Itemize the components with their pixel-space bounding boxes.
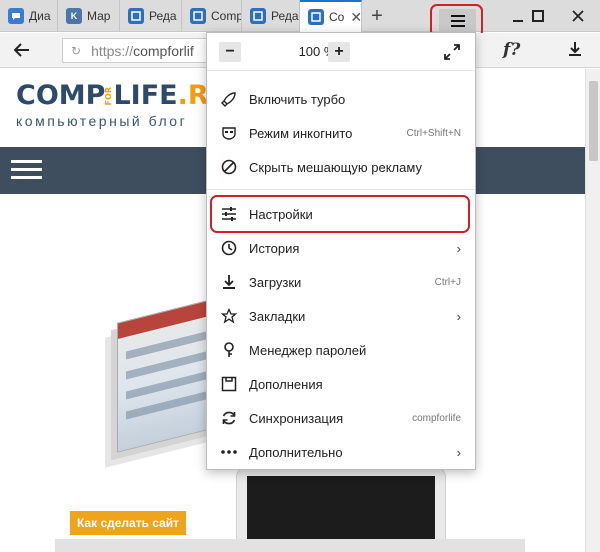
menu-item-turbo[interactable]: Включить турбо: [207, 82, 475, 116]
hamburger-icon: [450, 15, 465, 27]
new-tab-button[interactable]: +: [362, 0, 392, 32]
zoom-in-button[interactable]: +: [328, 42, 350, 62]
menu-item-label: Скрыть мешающую рекламу: [249, 159, 422, 175]
menu-item-sync[interactable]: Синхронизация compforlife: [207, 401, 475, 435]
tab-dialogs[interactable]: Диа: [0, 0, 58, 32]
tab-editor-2[interactable]: Реда: [242, 0, 300, 32]
key-icon: [220, 341, 238, 359]
tab-label: Диа: [29, 9, 51, 23]
menu-item-label: Менеджер паролей: [249, 342, 367, 358]
site-tagline: компьютерный блог: [16, 113, 188, 129]
tab-comp[interactable]: Comp: [182, 0, 242, 32]
cta-button[interactable]: Как сделать сайт: [70, 511, 186, 535]
close-tab-icon[interactable]: ✕: [350, 9, 361, 26]
menu-item-downloads[interactable]: Загрузки Ctrl+J: [207, 265, 475, 299]
settings-sliders-icon: [220, 205, 238, 223]
menu-item-label: Синхронизация: [249, 410, 344, 426]
chevron-right-icon: ›: [456, 444, 461, 460]
editor-icon: [308, 9, 324, 25]
tab-editor-1[interactable]: Реда: [120, 0, 182, 32]
close-icon: [572, 10, 584, 22]
menu-item-label: Настройки: [249, 206, 313, 222]
menu-item-block-ads[interactable]: Скрыть мешающую рекламу: [207, 150, 475, 184]
download-icon: [569, 42, 581, 56]
sync-account: compforlife: [412, 412, 461, 424]
menu-item-history[interactable]: История ›: [207, 231, 475, 265]
dialog-icon: [8, 8, 24, 24]
star-icon: [220, 307, 238, 325]
chevron-right-icon: ›: [456, 240, 461, 256]
zoom-level: 100 %: [298, 44, 336, 59]
shortcut-label: Ctrl+J: [434, 276, 461, 288]
close-window-button[interactable]: [556, 0, 600, 32]
menu-item-label: Режим инкогнито: [249, 125, 353, 141]
tab-label: Comp: [211, 9, 242, 23]
menu-item-settings[interactable]: Настройки: [207, 197, 475, 231]
incognito-icon: [220, 124, 238, 142]
menu-item-label: Включить турбо: [249, 91, 346, 107]
tab-label: Co: [329, 10, 345, 24]
menu-item-extensions[interactable]: Дополнения: [207, 367, 475, 401]
maximize-button[interactable]: [516, 0, 560, 32]
page-scrollbar[interactable]: [585, 69, 600, 552]
extensions-icon: [220, 375, 238, 393]
menu-item-incognito[interactable]: Режим инкогнито Ctrl+Shift+N: [207, 116, 475, 150]
site-menu-icon[interactable]: [11, 160, 42, 180]
menu-button[interactable]: [439, 9, 476, 33]
reload-icon[interactable]: ↻: [71, 44, 81, 58]
url-scheme: https://: [91, 42, 134, 59]
vk-icon: K: [66, 8, 82, 24]
editor-icon: [190, 8, 206, 24]
editor-icon: [128, 8, 144, 24]
url-input[interactable]: ↻ https://compforlif: [62, 38, 212, 63]
rocket-icon: [220, 90, 238, 108]
menu-item-label: Дополнительно: [249, 444, 343, 460]
arrow-left-icon: [13, 43, 29, 57]
menu-item-label: Закладки: [249, 308, 306, 324]
history-icon: [220, 239, 238, 257]
tab-bar: Диа K Мар Реда Comp Реда Co ✕ +: [0, 0, 600, 38]
scrollbar-thumb[interactable]: [589, 81, 598, 161]
tab-label: Мар: [87, 9, 111, 23]
menu-item-label: История: [249, 240, 300, 256]
url-host: compforlif: [133, 42, 194, 59]
menu-separator: [207, 189, 475, 190]
menu-item-label: Загрузки: [249, 274, 302, 290]
page-footer-strip: [55, 539, 525, 552]
shortcut-label: Ctrl+Shift+N: [406, 127, 461, 139]
ereader-icon[interactable]: f?: [503, 40, 520, 60]
fullscreen-icon: [444, 44, 460, 60]
download-icon: [220, 273, 238, 291]
site-logo[interactable]: COMPFORLIFE.RU компьютерный блог: [16, 79, 231, 129]
back-button[interactable]: [13, 40, 30, 63]
chevron-right-icon: ›: [456, 308, 461, 324]
tab-label: Реда: [149, 9, 177, 23]
more-icon: [220, 443, 238, 461]
zoom-row: − 100 % +: [207, 33, 475, 71]
block-ads-icon: [220, 158, 238, 176]
tab-active[interactable]: Co ✕: [300, 0, 362, 32]
menu-item-passwords[interactable]: Менеджер паролей: [207, 333, 475, 367]
downloads-button[interactable]: [568, 41, 582, 62]
browser-menu: − 100 % + Включить турбо Режим инкогнито…: [206, 32, 476, 470]
tab-label: Реда: [271, 9, 299, 23]
menu-item-label: Дополнения: [249, 376, 323, 392]
sync-icon: [220, 409, 238, 427]
maximize-icon: [532, 10, 544, 22]
logo-life: LIFE: [113, 80, 178, 111]
menu-item-bookmarks[interactable]: Закладки ›: [207, 299, 475, 333]
zoom-out-button[interactable]: −: [219, 42, 241, 62]
editor-icon: [250, 8, 266, 24]
fullscreen-button[interactable]: [443, 43, 461, 61]
logo-for: FOR: [104, 87, 114, 106]
tab-vk[interactable]: K Мар: [58, 0, 120, 32]
menu-item-more[interactable]: Дополнительно ›: [207, 435, 475, 469]
logo-comp: COMP: [16, 80, 106, 111]
